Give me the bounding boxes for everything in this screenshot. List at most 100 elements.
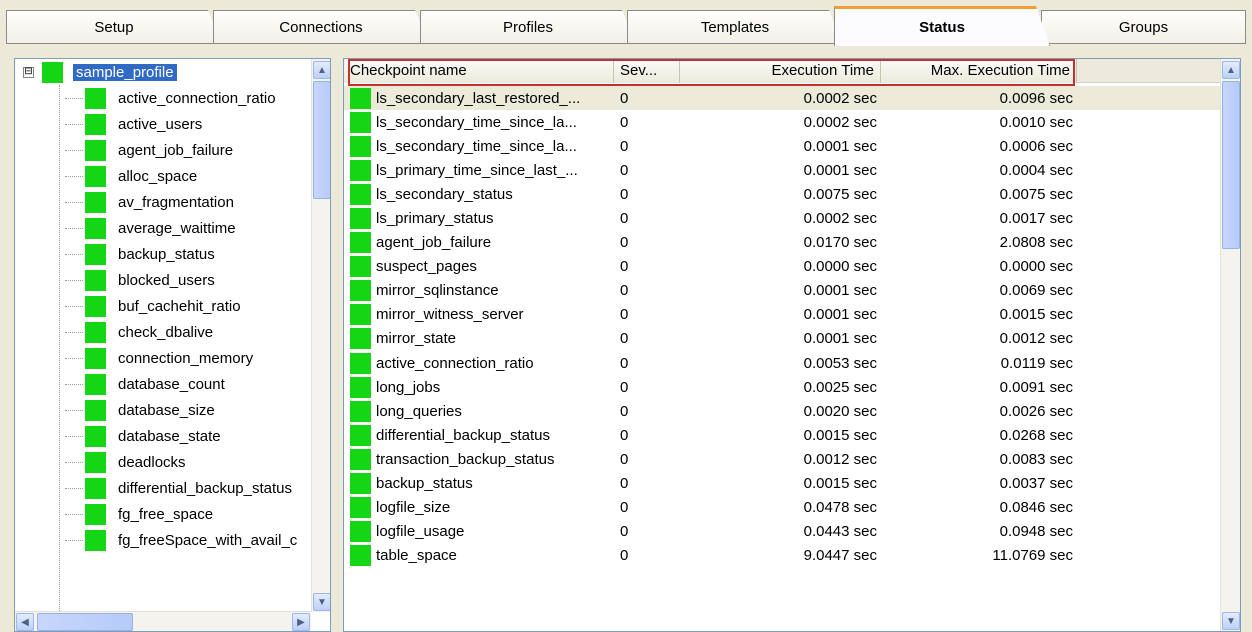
cell-checkpoint-name: mirror_state [344,328,614,350]
status-ok-icon [85,87,106,109]
tab-connections[interactable]: Connections [213,10,429,44]
grid-row[interactable]: table_space 0 9.0447 sec 11.0769 sec [344,544,1220,568]
cell-max-execution-time: 0.0069 sec [999,282,1073,300]
scroll-down-icon[interactable]: ▼ [1222,612,1240,630]
tree-item-label: database_count [118,375,225,393]
checkpoint-name: ls_primary_time_since_last_... [376,161,578,179]
cell-checkpoint-name: mirror_witness_server [344,304,614,326]
tab-label: Templates [700,18,770,36]
grid-row[interactable]: suspect_pages 0 0.0000 sec 0.0000 sec [344,255,1220,279]
cell-checkpoint-name: ls_secondary_time_since_la... [344,135,614,157]
checkpoint-name: active_connection_ratio [376,354,534,372]
cell-max-execution-time: 0.0268 sec [999,426,1073,444]
cell-severity: 0 [620,210,629,228]
grid-row[interactable]: ls_secondary_status 0 0.0075 sec 0.0075 sec [344,182,1220,206]
status-ok-icon [350,473,371,495]
tab-setup[interactable]: Setup [6,10,222,44]
grid-row[interactable]: mirror_state 0 0.0001 sec 0.0012 sec [344,327,1220,351]
tree-item-label: deadlocks [118,453,186,471]
grid-row[interactable]: long_queries 0 0.0020 sec 0.0026 sec [344,399,1220,423]
status-ok-icon [350,304,371,326]
checkpoint-grid[interactable]: Checkpoint name Sev... Execution Time Ma… [343,58,1241,632]
tree-item-label: active_users [118,115,203,133]
checkpoint-name: transaction_backup_status [376,450,555,468]
scroll-right-icon[interactable]: ▶ [292,613,310,631]
cell-execution-time: 0.0002 sec [803,89,877,107]
grid-row[interactable]: ls_primary_time_since_last_... 0 0.0001 se… [344,158,1220,182]
checkpoint-name: ls_secondary_last_restored_... [376,89,581,107]
tab-groups[interactable]: Groups [1041,10,1246,44]
status-ok-icon [350,208,371,230]
grid-row[interactable]: ls_secondary_last_restored_... 0 0.0002 se… [344,86,1220,111]
column-header-execution-time[interactable]: Execution Time [680,59,881,83]
cell-checkpoint-name: ls_secondary_time_since_la... [344,111,614,133]
grid-row[interactable]: active_connection_ratio 0 0.0053 sec 0.0119… [344,351,1220,375]
column-header-max-execution-time[interactable]: Max. Execution Time [881,59,1077,83]
tree-horizontal-scrollbar[interactable]: ◀ ▶ [15,611,311,631]
grid-row[interactable]: logfile_usage 0 0.0443 sec 0.0948 sec [344,520,1220,544]
cell-max-execution-time: 0.0017 sec [999,210,1073,228]
checkpoint-name: differential_backup_status [376,426,551,444]
scroll-left-icon[interactable]: ◀ [16,613,34,631]
scroll-down-icon[interactable]: ▼ [313,593,330,611]
grid-vertical-scrollbar[interactable]: ▲ ▼ [1220,59,1240,631]
cell-severity: 0 [620,450,629,468]
cell-checkpoint-name: agent_job_failure [344,232,614,254]
status-ok-icon [85,113,106,135]
status-ok-icon [85,451,106,473]
cell-severity: 0 [620,499,629,517]
column-header-severity[interactable]: Sev... [614,59,680,83]
cell-checkpoint-name: logfile_size [344,497,614,519]
checkpoint-name: agent_job_failure [376,234,492,252]
tab-profiles[interactable]: Profiles [420,10,636,44]
status-ok-icon [85,399,106,421]
tree-item-label: differential_backup_status [118,479,293,497]
status-ok-icon [85,191,106,213]
grid-row[interactable]: mirror_witness_server 0 0.0001 sec 0.0015 s… [344,303,1220,327]
column-header-checkpoint-name[interactable]: Checkpoint name [344,59,614,83]
scrollbar-thumb[interactable] [37,613,133,631]
grid-row[interactable]: long_jobs 0 0.0025 sec 0.0091 sec [344,375,1220,399]
status-ok-icon [85,347,106,369]
status-ok-icon [42,61,63,83]
tree-vertical-scrollbar[interactable]: ▲ ▼ [311,59,330,612]
checkpoint-name: long_jobs [376,378,441,396]
status-ok-icon [350,376,371,398]
collapse-icon[interactable]: ⊟ [23,66,34,78]
grid-row[interactable]: agent_job_failure 0 0.0170 sec 2.0808 sec [344,231,1220,255]
grid-row[interactable]: ls_secondary_time_since_la... 0 0.0002 sec… [344,110,1220,134]
scrollbar-thumb[interactable] [313,81,330,199]
tab-status[interactable]: Status [834,6,1050,46]
tree-item-label: average_waittime [118,219,236,237]
status-panel: ⊟ sample_profile active_connection_ratio… [0,44,1252,632]
grid-row[interactable]: ls_primary_status 0 0.0002 sec 0.0017 sec [344,206,1220,230]
cell-severity: 0 [620,258,629,276]
scrollbar-thumb[interactable] [1222,81,1240,249]
scroll-up-icon[interactable]: ▲ [313,61,330,79]
profile-tree[interactable]: ⊟ sample_profile active_connection_ratio… [14,58,331,632]
status-ok-icon [85,321,106,343]
cell-execution-time: 0.0000 sec [803,258,877,276]
cell-checkpoint-name: long_jobs [344,376,614,398]
grid-row[interactable]: mirror_sqlinstance 0 0.0001 sec 0.0069 sec [344,279,1220,303]
status-ok-icon [350,135,371,157]
grid-row[interactable]: differential_backup_status 0 0.0015 sec 0.0… [344,423,1220,447]
tab-templates[interactable]: Templates [627,10,843,44]
grid-row[interactable]: transaction_backup_status 0 0.0012 sec 0.00… [344,447,1220,471]
grid-row[interactable]: ls_secondary_time_since_la... 0 0.0001 sec… [344,134,1220,158]
tree-item-label: active_connection_ratio [118,89,276,107]
grid-row[interactable]: backup_status 0 0.0015 sec 0.0037 sec [344,472,1220,496]
grid-row[interactable]: logfile_size 0 0.0478 sec 0.0846 sec [344,496,1220,520]
status-ok-icon [85,165,106,187]
cell-severity: 0 [620,234,629,252]
checkpoint-name: mirror_sqlinstance [376,282,499,300]
status-ok-icon [350,545,371,567]
scroll-up-icon[interactable]: ▲ [1222,61,1240,79]
status-ok-icon [85,529,106,551]
tree-root-item[interactable]: ⊟ sample_profile [15,59,311,85]
tab-label: Profiles [502,18,554,36]
cell-max-execution-time: 0.0037 sec [999,475,1073,493]
status-ok-icon [85,243,106,265]
cell-max-execution-time: 0.0015 sec [999,306,1073,324]
tab-label: Setup [94,18,134,36]
